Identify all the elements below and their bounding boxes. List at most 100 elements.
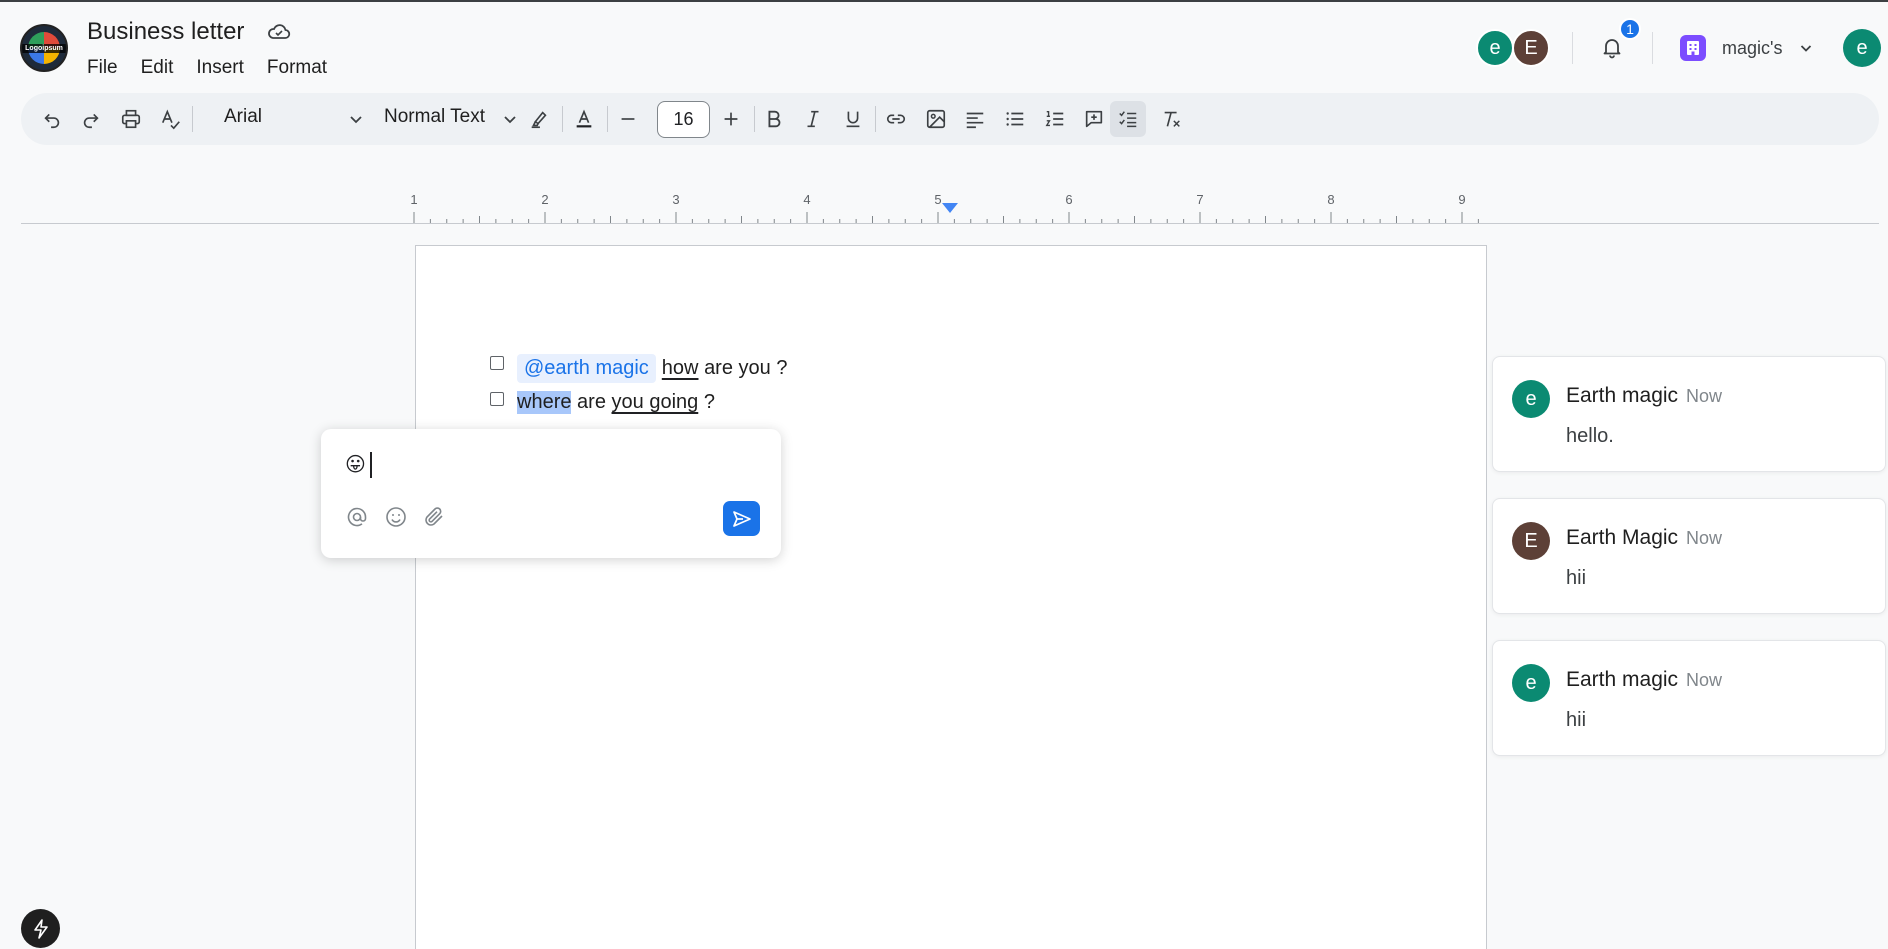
ruler-number: 8: [1327, 192, 1335, 207]
ruler-number: 9: [1458, 192, 1466, 207]
bullet-list-icon: [1006, 112, 1024, 126]
divider: [1652, 32, 1653, 64]
align-left-icon: [966, 112, 984, 129]
numbered-list-button[interactable]: [1042, 106, 1068, 132]
chevron-down-icon[interactable]: [347, 110, 365, 128]
undo-icon: [44, 113, 60, 129]
mention-at-icon[interactable]: [345, 505, 369, 529]
item-text: are: [577, 391, 606, 413]
quick-actions-button[interactable]: [21, 909, 60, 948]
document-title[interactable]: Business letter: [87, 18, 244, 46]
link-button[interactable]: [883, 106, 909, 132]
menu-format[interactable]: Format: [267, 57, 327, 79]
spellcheck-button[interactable]: [158, 106, 184, 132]
ruler-number: 1: [410, 192, 418, 207]
comment-avatar: e: [1512, 664, 1550, 702]
link-icon: [886, 114, 906, 124]
bold-icon: [768, 110, 781, 128]
font-size-input[interactable]: 16: [657, 101, 710, 138]
selected-text[interactable]: where: [517, 391, 572, 414]
underline-icon: [846, 111, 860, 128]
emoji-icon[interactable]: [384, 505, 408, 529]
divider: [1572, 32, 1573, 64]
document-page[interactable]: [415, 245, 1487, 949]
logo-text: Logoipsum: [22, 44, 66, 53]
attachment-icon[interactable]: [422, 505, 446, 529]
checklist-checkbox[interactable]: [490, 392, 504, 406]
undo-button[interactable]: [39, 106, 65, 132]
italic-button[interactable]: [800, 106, 826, 132]
menu-edit[interactable]: Edit: [141, 57, 174, 79]
commented-text[interactable]: how: [662, 357, 699, 380]
divider: [875, 106, 876, 132]
checklist-item[interactable]: where are you going ?: [517, 391, 715, 414]
comment-card[interactable]: E Earth Magic Now hii: [1492, 498, 1886, 614]
app-header: Logoipsum Business letter File Edit Inse…: [0, 2, 1888, 90]
comment-card[interactable]: e Earth magic Now hello.: [1492, 356, 1886, 472]
indent-marker[interactable]: [942, 203, 958, 213]
ruler-number: 4: [803, 192, 811, 207]
app-logo[interactable]: Logoipsum: [20, 24, 68, 72]
checklist-button[interactable]: [1110, 101, 1146, 137]
add-comment-icon: [1085, 110, 1103, 128]
chevron-down-icon[interactable]: [1798, 40, 1814, 56]
workspace-building-icon: [1680, 35, 1706, 61]
chevron-down-icon[interactable]: [501, 110, 519, 128]
decrease-font-size-button[interactable]: [615, 106, 641, 132]
item-text: ?: [703, 391, 715, 413]
clear-formatting-icon: [1164, 111, 1180, 127]
user-avatar[interactable]: e: [1843, 29, 1881, 67]
bell-icon[interactable]: [1600, 35, 1624, 59]
user-mention[interactable]: @earth magic: [517, 354, 656, 383]
bold-button[interactable]: [761, 106, 787, 132]
underline-button[interactable]: [840, 106, 866, 132]
comment-author: Earth magic Now: [1566, 668, 1722, 692]
menu-insert[interactable]: Insert: [196, 57, 244, 79]
highlight-button[interactable]: [526, 106, 552, 132]
checklist-checkbox[interactable]: [490, 356, 504, 370]
checklist-item[interactable]: @earth magic how are you ?: [517, 354, 787, 383]
collaborator-avatar[interactable]: E: [1512, 29, 1550, 67]
redo-button[interactable]: [78, 106, 104, 132]
italic-icon: [807, 110, 819, 128]
commented-text[interactable]: you going: [612, 391, 699, 414]
ruler-baseline: [21, 223, 1879, 224]
insert-image-button[interactable]: [923, 106, 949, 132]
author-name: Earth Magic: [1566, 526, 1679, 549]
menu-bar: File Edit Insert Format: [87, 57, 350, 79]
ruler-number: 2: [541, 192, 549, 207]
spellcheck-icon: [161, 109, 180, 130]
text-color-icon: [576, 109, 592, 128]
author-name: Earth magic: [1566, 384, 1679, 407]
text-color-button[interactable]: [571, 106, 597, 132]
text-style-select[interactable]: Normal Text: [384, 106, 485, 128]
ruler-number: 5: [934, 192, 942, 207]
comment-author: Earth magic Now: [1566, 384, 1722, 408]
numbered-list-icon: [1045, 110, 1064, 127]
plus-icon: [724, 112, 738, 126]
collaborator-avatar[interactable]: e: [1476, 29, 1514, 67]
align-left-button[interactable]: [962, 106, 988, 132]
menu-file[interactable]: File: [87, 57, 118, 79]
composer-input[interactable]: 😛: [345, 452, 366, 477]
comment-time: Now: [1686, 528, 1723, 548]
bullet-list-button[interactable]: [1002, 106, 1028, 132]
cloud-saved-icon: [268, 24, 291, 39]
divider: [607, 106, 608, 132]
workspace-name[interactable]: magic's: [1722, 38, 1782, 59]
send-button[interactable]: [723, 501, 760, 536]
ruler-number: 3: [672, 192, 680, 207]
comment-author: Earth Magic Now: [1566, 526, 1722, 550]
notification-badge: 1: [1619, 18, 1641, 40]
send-icon: [732, 510, 751, 527]
comment-composer[interactable]: 😛: [321, 429, 781, 558]
minus-icon: [621, 118, 635, 120]
comment-card[interactable]: e Earth magic Now hii: [1492, 640, 1886, 756]
increase-font-size-button[interactable]: [718, 106, 744, 132]
font-family-select[interactable]: Arial: [224, 106, 262, 128]
checklist-icon: [1119, 111, 1137, 128]
ruler-number: 6: [1065, 192, 1073, 207]
print-button[interactable]: [118, 106, 144, 132]
add-comment-button[interactable]: [1081, 106, 1107, 132]
clear-formatting-button[interactable]: [1159, 106, 1185, 132]
